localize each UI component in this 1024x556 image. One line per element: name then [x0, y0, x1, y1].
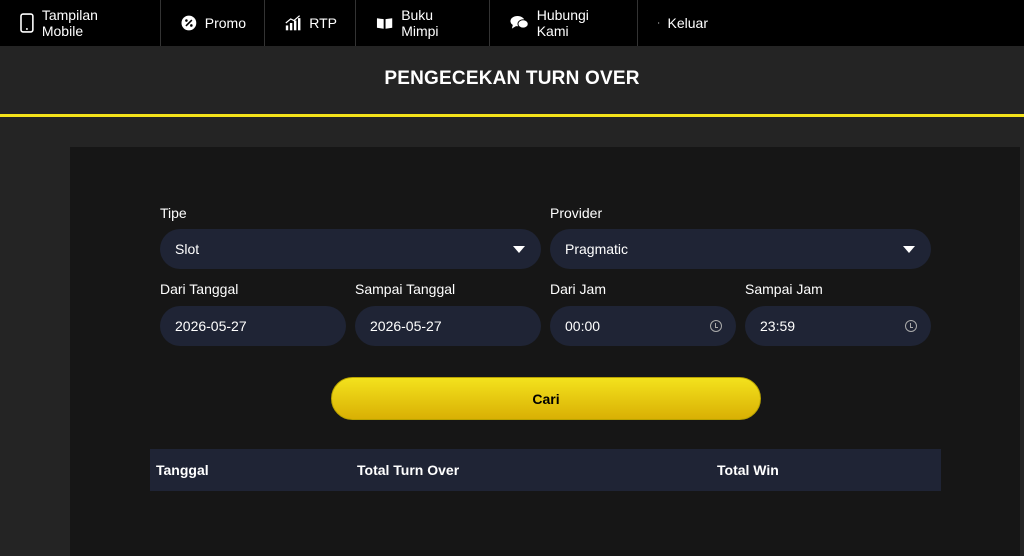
- nav-label: Hubungi Kami: [536, 7, 589, 39]
- sampai-jam-input[interactable]: 23:59: [745, 306, 931, 346]
- percent-icon: [181, 15, 197, 31]
- nav-label: Buku Mimpi: [401, 7, 439, 39]
- title-divider: [0, 114, 1024, 117]
- dari-tanggal-value: 2026-05-27: [175, 318, 247, 334]
- tipe-value: Slot: [175, 241, 200, 257]
- dari-jam-input[interactable]: 00:00: [550, 306, 736, 346]
- column-header-total-win: Total Win: [717, 462, 779, 478]
- sampai-tanggal-label: Sampai Tanggal: [355, 281, 456, 297]
- column-header-tanggal: Tanggal: [156, 462, 209, 478]
- cari-button[interactable]: Cari: [331, 377, 761, 420]
- nav-label: RTP: [309, 15, 337, 31]
- tipe-label: Tipe: [160, 205, 187, 221]
- page-title: PENGECEKAN TURN OVER: [384, 68, 640, 89]
- dari-jam-value: 00:00: [565, 318, 601, 334]
- sampai-jam-value: 23:59: [760, 318, 796, 334]
- title-bar: PENGECEKAN TURN OVER: [0, 46, 1024, 114]
- nav-item-tampilan-mobile[interactable]: Tampilan Mobile: [0, 0, 161, 46]
- nav-item-rtp[interactable]: RTP: [265, 0, 356, 46]
- nav-item-buku-mimpi[interactable]: Buku Mimpi: [356, 0, 490, 46]
- logout-icon: [658, 22, 660, 24]
- form-panel: [70, 147, 1020, 556]
- table-header: Tanggal Total Turn Over Total Win: [150, 449, 941, 491]
- provider-value: Pragmatic: [565, 241, 629, 257]
- dari-jam-label: Dari Jam: [550, 281, 607, 297]
- nav-item-hubungi-kami[interactable]: Hubungi Kami: [490, 0, 638, 46]
- dari-tanggal-label: Dari Tanggal: [160, 281, 239, 297]
- chat-bubbles-icon: [510, 15, 529, 29]
- dari-tanggal-input[interactable]: 2026-05-27: [160, 306, 346, 346]
- nav-item-keluar[interactable]: Keluar: [638, 0, 726, 46]
- sampai-tanggal-value: 2026-05-27: [370, 318, 442, 334]
- sampai-jam-label: Sampai Jam: [745, 281, 823, 297]
- provider-label: Provider: [550, 205, 603, 221]
- nav-label: Keluar: [667, 15, 708, 31]
- nav-label: Tampilan Mobile: [41, 7, 98, 39]
- nav-label: Promo: [204, 15, 246, 31]
- nav-item-promo[interactable]: Promo: [161, 0, 265, 46]
- open-book-icon: [376, 18, 393, 29]
- sampai-tanggal-input[interactable]: 2026-05-27: [355, 306, 541, 346]
- mobile-phone-icon: [20, 13, 34, 33]
- clock-icon[interactable]: [710, 320, 722, 332]
- top-navigation: Tampilan Mobile Promo RTP Buku Mimpi Hub…: [0, 0, 1024, 46]
- provider-select[interactable]: Pragmatic: [550, 229, 931, 269]
- column-header-total-turn-over: Total Turn Over: [357, 462, 460, 478]
- chevron-down-icon: [513, 245, 525, 253]
- bar-chart-icon: [285, 15, 301, 31]
- tipe-select[interactable]: Slot: [160, 229, 541, 269]
- clock-icon[interactable]: [905, 320, 917, 332]
- chevron-down-icon: [903, 245, 915, 253]
